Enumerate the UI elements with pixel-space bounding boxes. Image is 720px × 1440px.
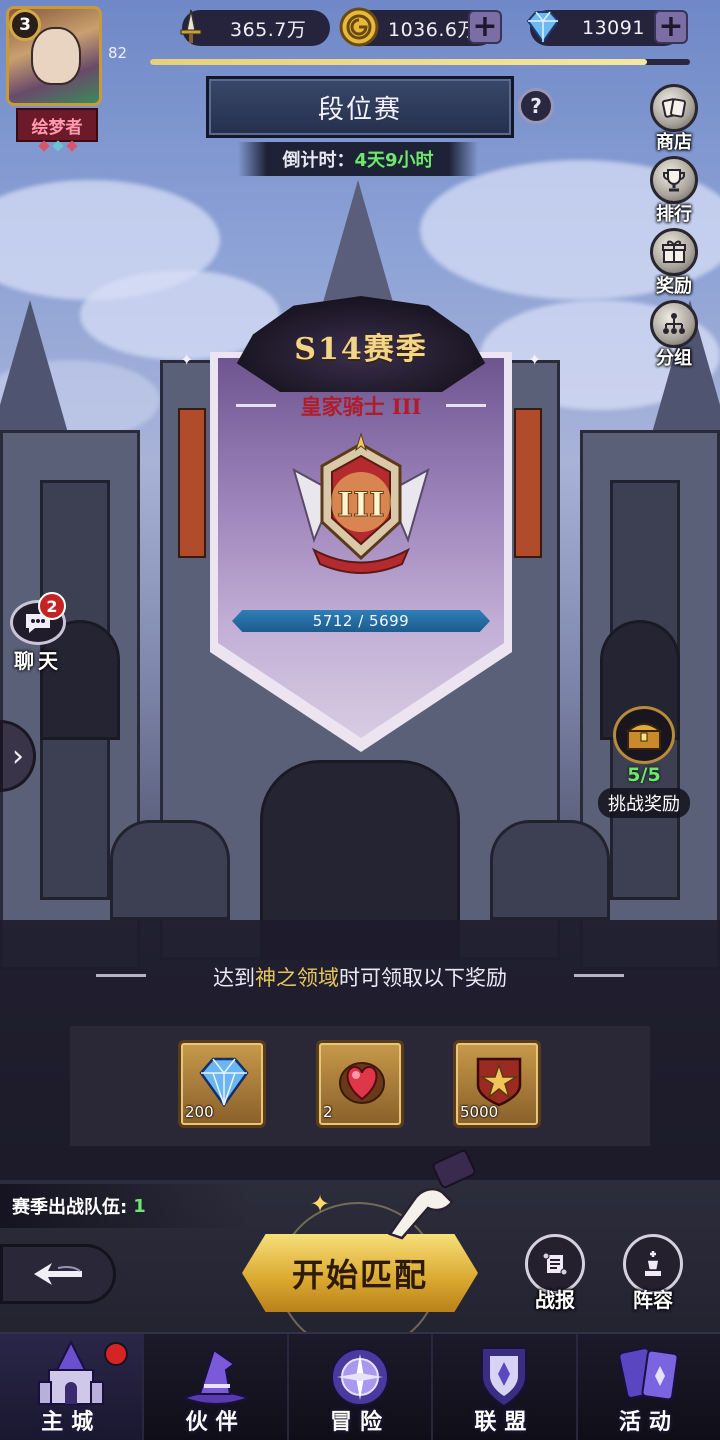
power-value: 365.7万 — [230, 18, 307, 41]
battle-report-label: 战报 — [535, 1288, 575, 1312]
chevron-right-icon: › — [12, 738, 24, 774]
ranking-button[interactable]: 排行 — [642, 156, 706, 226]
sparkle-icon: ✦ — [528, 350, 542, 369]
castle-icon — [38, 1340, 105, 1405]
reward-item-count: 5000 — [460, 1103, 499, 1121]
avatar-portrait — [31, 27, 81, 85]
butterfly-icon: ✦ — [310, 1190, 331, 1218]
experience-bar-fill — [150, 59, 647, 65]
star-badge-icon — [476, 1057, 522, 1107]
treasure-chest-icon — [613, 706, 675, 764]
gold-value: 1036.6万 — [388, 18, 477, 41]
gold-display: 1036.6万 + — [339, 7, 502, 47]
player-avatar[interactable]: 3 — [6, 6, 102, 106]
heart-gem-icon — [339, 1062, 385, 1104]
rewards-button[interactable]: 奖励 — [642, 228, 706, 298]
gem-display: 13091 + — [526, 10, 688, 46]
rank-name: 皇家骑士 III — [300, 394, 422, 419]
group-button[interactable]: 分组 — [642, 300, 706, 370]
season-label: S14赛季 — [294, 332, 428, 367]
reward-item-star-badge[interactable]: 5000 — [453, 1040, 541, 1128]
nav-partners[interactable]: 伙伴 — [144, 1334, 289, 1440]
chat-label: 聊天 — [14, 649, 62, 673]
add-gold-button[interactable]: + — [468, 10, 502, 44]
rank-emblem-icon: III — [292, 432, 430, 574]
add-gems-button[interactable]: + — [654, 10, 688, 44]
sword-icon — [170, 6, 212, 48]
gift-box-icon — [650, 228, 698, 276]
reward-title-highlight: 神之领域 — [255, 966, 339, 990]
reward-item-diamond[interactable]: 200 — [178, 1040, 266, 1128]
rewards-label: 奖励 — [656, 276, 692, 297]
nav-adventure[interactable]: 冒险 — [289, 1334, 434, 1440]
rank-points-text: 5712 / 5699 — [312, 612, 410, 630]
challenge-reward-button[interactable]: 5/5 挑战奖励 — [584, 706, 704, 818]
group-label: 分组 — [656, 348, 692, 369]
shop-label: 商店 — [656, 132, 692, 153]
rank-deco-left — [236, 404, 276, 407]
rank-points-bar: 5712 / 5699 — [232, 610, 490, 632]
lineup-button[interactable]: 阵容 — [618, 1234, 688, 1314]
help-button[interactable]: ? — [518, 88, 554, 124]
nav-alliance[interactable]: 联盟 — [433, 1334, 578, 1440]
reward-item-count: 200 — [185, 1103, 214, 1121]
nav-main-city[interactable]: 主城 — [0, 1334, 145, 1440]
season-countdown: 倒计时： 4天9小时 — [238, 142, 478, 176]
power-display: 365.7万 — [180, 9, 330, 46]
group-tree-icon — [650, 300, 698, 348]
battle-report-button[interactable]: 战报 — [520, 1234, 590, 1314]
experience-level: 82 — [108, 44, 128, 62]
reward-title-suffix: 时可领取以下奖励 — [339, 966, 507, 990]
player-level-badge: 3 — [9, 9, 41, 41]
chat-unread-badge: 2 — [38, 592, 66, 620]
experience-bar — [150, 59, 690, 65]
reward-item-count: 2 — [323, 1103, 333, 1121]
rank-band: 皇家骑士 III — [224, 386, 498, 426]
lineup-label: 阵容 — [633, 1288, 673, 1312]
nav-notification-dot — [104, 1342, 129, 1366]
pointing-hand-icon — [388, 1150, 476, 1240]
back-arrow-icon — [34, 1263, 82, 1285]
back-button[interactable] — [0, 1244, 116, 1304]
compass-orb-icon — [331, 1348, 390, 1406]
name-tag-gems — [28, 140, 88, 154]
start-match-button[interactable]: 开始匹配 — [242, 1234, 478, 1312]
team-value: 1 — [133, 1195, 146, 1217]
shop-button[interactable]: 商店 — [642, 84, 706, 154]
reward-title-prefix: 达到 — [213, 966, 255, 990]
nav-label: 主城 — [41, 1410, 102, 1435]
gold-coin-icon — [338, 6, 380, 48]
card-stack-icon — [650, 84, 698, 132]
nav-label: 联盟 — [474, 1410, 535, 1435]
page-title: 段位赛 — [206, 76, 514, 138]
team-label: 赛季出战队伍: — [12, 1197, 128, 1218]
cards-icon — [618, 1347, 679, 1401]
sparkle-icon: ✦ — [180, 350, 194, 369]
reward-condition-text: 达到神之领域时可领取以下奖励 — [0, 962, 720, 992]
nav-label: 伙伴 — [185, 1410, 246, 1435]
diamond-icon — [522, 6, 564, 48]
nav-events[interactable]: 活动 — [578, 1334, 720, 1440]
shield-emblem-icon — [481, 1347, 528, 1408]
nav-label: 冒险 — [330, 1410, 391, 1435]
rank-numeral: III — [337, 485, 385, 525]
rank-deco-right — [446, 404, 486, 407]
gem-value: 13091 — [582, 17, 645, 39]
challenge-count: 5/5 — [627, 764, 661, 786]
reward-item-heart-gem[interactable]: 2 — [316, 1040, 404, 1128]
bottom-navigation: 主城 伙伴 冒险 联盟 活动 — [0, 1332, 720, 1440]
challenge-reward-label: 挑战奖励 — [598, 788, 690, 818]
countdown-value: 4天9小时 — [354, 150, 434, 171]
nav-label: 活动 — [618, 1410, 679, 1435]
diamond-icon — [199, 1057, 249, 1108]
ranking-label: 排行 — [656, 204, 692, 225]
season-team-count: 赛季出战队伍: 1 — [0, 1184, 250, 1228]
witch-hat-icon — [180, 1348, 251, 1405]
chat-button[interactable]: 2 聊天 — [4, 592, 72, 674]
player-name-tag: 绘梦者 — [16, 108, 98, 142]
trophy-icon — [650, 156, 698, 204]
countdown-label: 倒计时： — [282, 150, 355, 171]
